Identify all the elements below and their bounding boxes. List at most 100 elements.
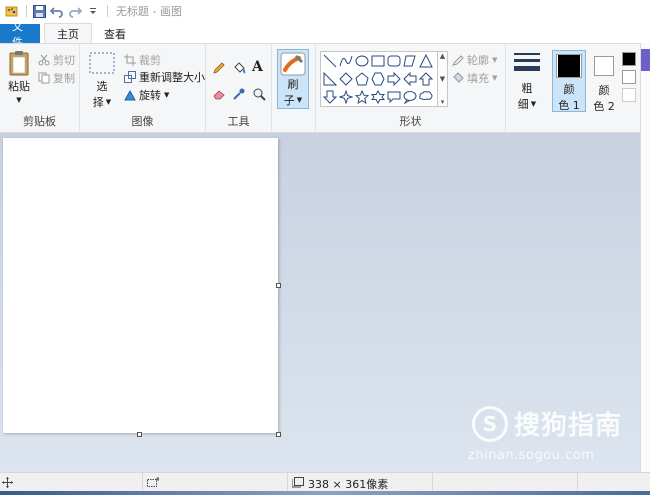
- chevron-down-icon: ▼: [16, 96, 22, 104]
- selection-size-icon: [147, 477, 160, 491]
- six-point-star-shape-icon[interactable]: [370, 89, 386, 105]
- taskbar-edge: [0, 491, 650, 495]
- selection-rectangle-icon: [89, 52, 115, 74]
- paste-button[interactable]: 粘贴 ▼: [4, 50, 34, 104]
- tab-home[interactable]: 主页: [44, 23, 92, 44]
- color1-fill: [558, 55, 580, 77]
- scroll-up-icon[interactable]: ▲: [440, 52, 445, 60]
- palette-swatch-black[interactable]: [622, 52, 636, 66]
- tab-file[interactable]: 文件: [0, 20, 40, 49]
- palette-swatch-empty[interactable]: [622, 88, 636, 102]
- chevron-down-icon: ▼: [530, 100, 537, 108]
- undo-icon[interactable]: [49, 3, 65, 19]
- brushes-button[interactable]: 刷 子 ▼: [277, 49, 309, 109]
- right-arrow-shape-icon[interactable]: [386, 71, 402, 87]
- oval-callout-shape-icon[interactable]: [402, 89, 418, 105]
- resize-button[interactable]: 重新调整大小: [124, 69, 205, 85]
- ribbon-tabs: 文件 主页 查看: [0, 20, 650, 49]
- up-arrow-shape-icon[interactable]: [418, 71, 434, 87]
- fill-label: 填充: [467, 72, 489, 85]
- quick-access-separator: [107, 5, 108, 17]
- rounded-rectangle-shape-icon[interactable]: [386, 53, 402, 69]
- crop-icon: [124, 54, 136, 66]
- fill-button[interactable]: 填充 ▼: [452, 70, 497, 86]
- size-button[interactable]: 粗 细 ▼: [511, 52, 543, 112]
- line-shape-icon[interactable]: [322, 53, 338, 69]
- cloud-callout-shape-icon[interactable]: [418, 89, 434, 105]
- magnifier-icon[interactable]: [252, 87, 266, 101]
- color1-label-bottom: 色 1: [558, 99, 580, 112]
- text-tool-icon[interactable]: A: [252, 59, 263, 75]
- chevron-down-icon: ▼: [492, 56, 498, 64]
- curve-shape-icon[interactable]: [338, 53, 354, 69]
- watermark: S 搜狗指南: [472, 405, 622, 442]
- color2-swatch: [594, 56, 614, 76]
- color1-button[interactable]: 颜 色 1: [552, 50, 586, 112]
- watermark-brand: 搜狗指南: [514, 411, 623, 441]
- window-title: 无标题 - 画图: [116, 5, 182, 18]
- five-point-star-shape-icon[interactable]: [354, 89, 370, 105]
- image-group-label: 图像: [131, 115, 154, 128]
- oval-shape-icon[interactable]: [354, 53, 370, 69]
- diamond-shape-icon[interactable]: [338, 71, 354, 87]
- resize-label: 重新调整大小: [139, 71, 205, 84]
- quick-access-separator: [26, 5, 27, 17]
- rectangle-shape-icon[interactable]: [370, 53, 386, 69]
- tab-view[interactable]: 查看: [92, 24, 138, 44]
- palette-swatch-white[interactable]: [622, 70, 636, 84]
- color1-label-top: 颜: [563, 83, 575, 96]
- resize-handle-corner[interactable]: [276, 432, 281, 437]
- resize-handle-bottom[interactable]: [137, 432, 142, 437]
- rect-callout-shape-icon[interactable]: [386, 89, 402, 105]
- down-arrow-shape-icon[interactable]: [322, 89, 338, 105]
- select-button[interactable]: 选 择 ▼: [88, 52, 116, 110]
- outline-button[interactable]: 轮廓 ▼: [452, 52, 497, 68]
- image-group: 选 择 ▼ 裁剪 重新调整大小 旋转 ▼ 图像: [80, 44, 206, 132]
- eraser-icon[interactable]: [212, 87, 226, 101]
- right-triangle-shape-icon[interactable]: [322, 71, 338, 87]
- brush-icon: [280, 52, 306, 76]
- paste-label: 粘贴: [8, 80, 30, 93]
- shapes-group: ▲ ▼ ▾ 轮廓 ▼ 填充 ▼ 形状: [316, 44, 506, 132]
- shapes-gallery-scrollbar[interactable]: ▲ ▼ ▾: [438, 51, 448, 107]
- polygon-shape-icon[interactable]: [402, 53, 418, 69]
- chevron-down-icon: ▼: [105, 98, 112, 106]
- tools-group-label: 工具: [227, 115, 250, 128]
- scroll-down-icon[interactable]: ▼: [440, 75, 445, 83]
- brushes-group: 刷 子 ▼: [272, 44, 316, 132]
- clipboard-group-label: 剪贴板: [23, 115, 56, 128]
- outline-brush-icon: [452, 54, 464, 66]
- left-arrow-shape-icon[interactable]: [402, 71, 418, 87]
- resize-handle-right[interactable]: [276, 283, 281, 288]
- crop-button[interactable]: 裁剪: [124, 52, 161, 68]
- redo-icon[interactable]: [67, 3, 83, 19]
- triangle-shape-icon[interactable]: [418, 53, 434, 69]
- four-point-star-shape-icon[interactable]: [338, 89, 354, 105]
- edit-colors-icon[interactable]: [641, 49, 650, 71]
- size-group: 粗 细 ▼: [506, 44, 548, 132]
- rotate-button[interactable]: 旋转 ▼: [124, 87, 169, 103]
- save-icon[interactable]: [31, 3, 47, 19]
- sogou-logo-icon: S: [472, 405, 508, 442]
- resize-icon: [124, 71, 136, 83]
- color2-button[interactable]: 颜 色 2: [589, 50, 619, 114]
- hexagon-shape-icon[interactable]: [370, 71, 386, 87]
- canvas-size-icon: [291, 477, 304, 491]
- crop-label: 裁剪: [139, 54, 161, 67]
- pencil-icon[interactable]: [212, 61, 226, 75]
- gallery-expand-icon[interactable]: ▾: [441, 98, 445, 106]
- clipboard-group: 粘贴 ▼ 剪切 复制 剪贴板: [0, 44, 80, 132]
- cut-button[interactable]: 剪切: [38, 52, 75, 68]
- size-label-bottom: 细: [517, 98, 529, 111]
- color-picker-icon[interactable]: [232, 87, 246, 101]
- customize-toolbar-chevron-icon[interactable]: [85, 3, 101, 19]
- paint-app-icon[interactable]: [4, 3, 20, 19]
- pentagon-shape-icon[interactable]: [354, 71, 370, 87]
- drawing-canvas[interactable]: [3, 138, 278, 433]
- outline-label: 轮廓: [467, 54, 489, 67]
- chevron-down-icon: ▼: [492, 74, 498, 82]
- brushes-label-bottom: 子: [283, 94, 295, 107]
- shapes-gallery: [320, 51, 438, 107]
- copy-button[interactable]: 复制: [38, 70, 75, 86]
- fill-bucket-icon[interactable]: [232, 61, 246, 75]
